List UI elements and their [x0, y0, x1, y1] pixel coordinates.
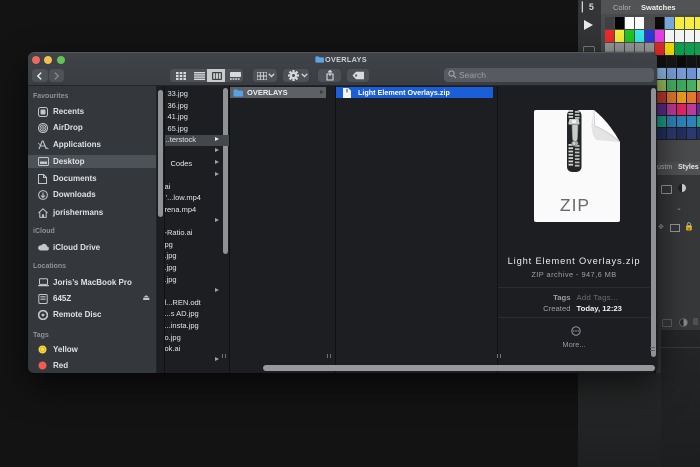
svg-text:ZIP: ZIP	[560, 195, 590, 215]
